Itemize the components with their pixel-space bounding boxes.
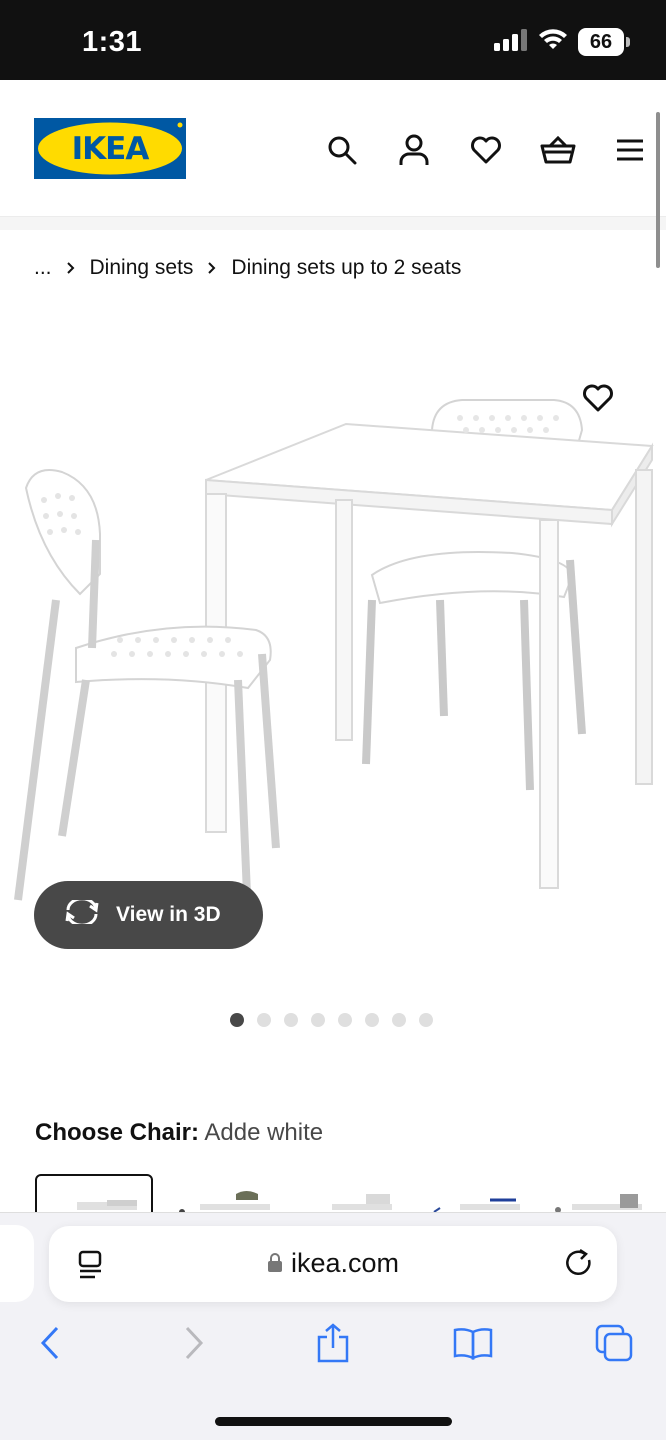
reload-icon[interactable]	[565, 1248, 595, 1285]
rotate-3d-icon	[64, 897, 100, 930]
wifi-icon	[538, 28, 568, 56]
chair-variant-swatch[interactable]	[304, 1174, 422, 1212]
menu-icon[interactable]	[610, 130, 650, 170]
carousel-dot[interactable]	[230, 1013, 244, 1027]
bookmarks-icon[interactable]	[451, 1321, 495, 1365]
url-display[interactable]: ikea.com	[49, 1248, 617, 1279]
choose-chair-value: Adde white	[204, 1119, 324, 1146]
add-to-favourites-heart-icon[interactable]	[578, 378, 618, 418]
battery-level: 66	[589, 31, 613, 53]
ikea-logo[interactable]: IKEA	[34, 118, 186, 179]
account-icon[interactable]	[394, 130, 434, 170]
back-icon[interactable]	[28, 1321, 72, 1365]
breadcrumb-dining-sets[interactable]: Dining sets	[90, 256, 194, 280]
chair-variant-swatch[interactable]	[430, 1174, 548, 1212]
address-bar[interactable]: ikea.com	[49, 1226, 617, 1302]
chevron-right-icon	[207, 261, 217, 275]
chair-variant-swatch[interactable]	[176, 1174, 294, 1212]
product-image[interactable]	[0, 340, 666, 960]
site-header: IKEA	[0, 80, 666, 216]
breadcrumb-dining-sets-2-seats[interactable]: Dining sets up to 2 seats	[231, 256, 461, 280]
status-time: 1:31	[82, 26, 143, 58]
lock-icon	[267, 1248, 283, 1279]
browser-bottom-bar: ikea.com	[0, 1212, 666, 1440]
breadcrumb-ellipsis[interactable]: ...	[34, 256, 52, 280]
chair-variant-swatch[interactable]	[35, 1174, 153, 1212]
previous-tab-preview[interactable]	[0, 1225, 34, 1302]
header-actions	[322, 130, 650, 170]
scrollbar[interactable]	[656, 112, 660, 268]
chair-variant-swatch[interactable]	[552, 1174, 666, 1212]
header-divider	[0, 216, 666, 230]
cellular-signal-icon	[494, 28, 528, 56]
svg-text:IKEA: IKEA	[72, 131, 150, 167]
chair-front-illustration	[14, 469, 280, 919]
carousel-dot[interactable]	[392, 1013, 406, 1027]
carousel-dot[interactable]	[284, 1013, 298, 1027]
share-icon[interactable]	[311, 1321, 355, 1365]
tabs-icon[interactable]	[592, 1321, 636, 1365]
carousel-dot[interactable]	[257, 1013, 271, 1027]
view-in-3d-button[interactable]: View in 3D	[34, 881, 263, 949]
breadcrumb: ... Dining sets Dining sets up to 2 seat…	[34, 256, 461, 280]
browser-toolbar	[0, 1321, 666, 1371]
cart-icon[interactable]	[538, 130, 578, 170]
chair-variant-swatches	[0, 1170, 666, 1212]
status-indicators: 66	[494, 28, 630, 56]
view-in-3d-label: View in 3D	[116, 903, 221, 926]
carousel-dot[interactable]	[365, 1013, 379, 1027]
carousel-dot[interactable]	[311, 1013, 325, 1027]
choose-chair-heading: Choose Chair: Adde white	[35, 1119, 323, 1147]
choose-chair-label: Choose Chair:	[35, 1119, 200, 1146]
image-carousel-dots	[230, 1013, 433, 1027]
battery-indicator: 66	[578, 28, 630, 56]
favourites-icon[interactable]	[466, 130, 506, 170]
search-icon[interactable]	[322, 130, 362, 170]
carousel-dot[interactable]	[338, 1013, 352, 1027]
forward-icon[interactable]	[172, 1321, 216, 1365]
url-text: ikea.com	[290, 1248, 400, 1278]
carousel-dot[interactable]	[419, 1013, 433, 1027]
status-bar: 1:31 66	[0, 0, 666, 80]
home-indicator[interactable]	[215, 1417, 452, 1426]
chevron-right-icon	[66, 261, 76, 275]
